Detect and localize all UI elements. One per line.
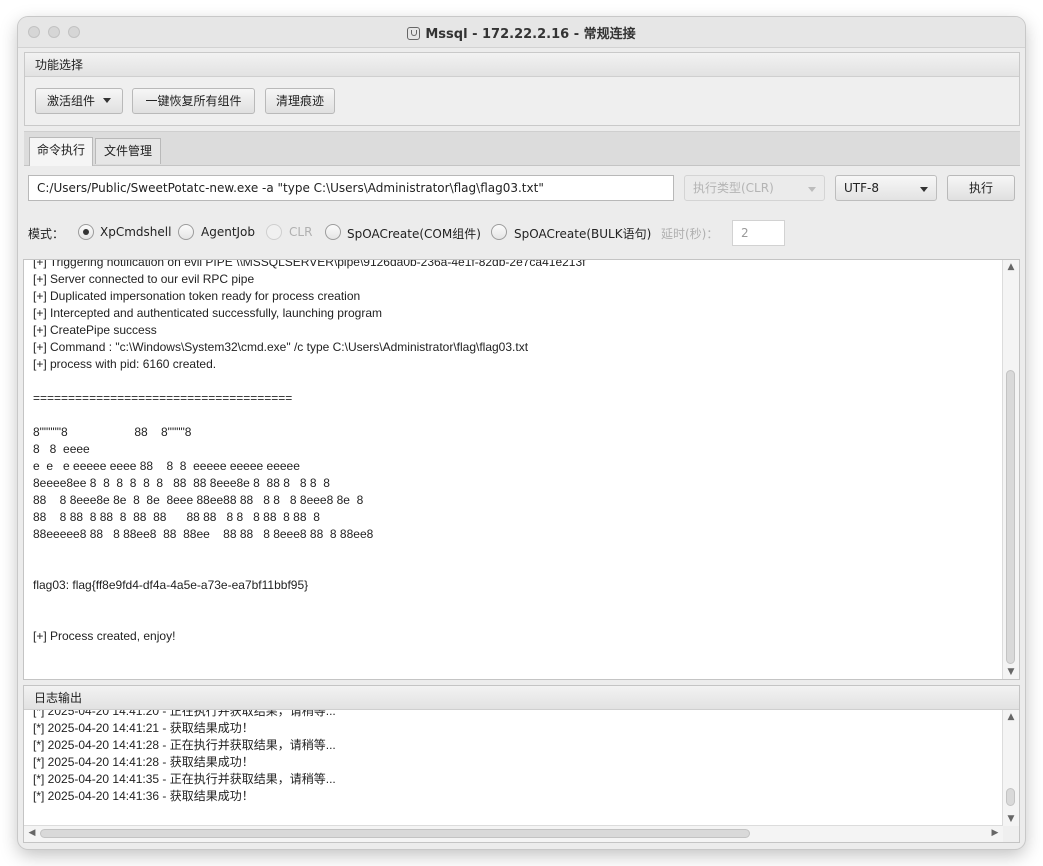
window-title: Mssql - 172.22.2.16 - 常规连接 [425, 27, 636, 42]
function-panel-header: 功能选择 [25, 53, 1019, 77]
clean-traces-button[interactable]: 清理痕迹 [265, 88, 335, 114]
log-panel-header: 日志输出 [24, 686, 1019, 710]
delay-label: 延时(秒)： [661, 227, 719, 241]
radio-agentjob[interactable] [178, 224, 194, 240]
window-title-wrap: Mssql - 172.22.2.16 - 常规连接 [18, 23, 1025, 42]
radio-xpcmdshell[interactable] [78, 224, 94, 240]
exec-type-select: 执行类型(CLR) [684, 175, 825, 201]
radio-xpcmdshell-label[interactable]: XpCmdshell [100, 225, 171, 239]
chevron-down-icon [103, 98, 111, 103]
radio-spoacreate-com[interactable] [325, 224, 341, 240]
command-output[interactable]: [+] Triggering notification on evil PIPE… [23, 259, 1020, 680]
scroll-down-icon[interactable]: ▼ [1003, 667, 1019, 677]
restore-all-components-button[interactable]: 一键恢复所有组件 [132, 88, 255, 114]
radio-clr-label: CLR [289, 225, 313, 239]
output-scroll-thumb[interactable] [1006, 370, 1015, 664]
encoding-select[interactable]: UTF-8 [835, 175, 937, 201]
mode-label: 模式： [28, 227, 65, 241]
log-output[interactable]: [*] 2025-04-20 14:41:20 - 正在执行并获取结果，请稍等.… [24, 710, 1019, 826]
tab-strip: 命令执行 文件管理 [24, 131, 1020, 166]
log-vertical-scrollbar[interactable]: ▲ ▼ [1002, 710, 1019, 826]
log-scroll-down-icon[interactable]: ▼ [1003, 814, 1019, 824]
tab-command-exec[interactable]: 命令执行 [29, 137, 93, 166]
radio-spoacreate-bulk[interactable] [491, 224, 507, 240]
execute-button[interactable]: 执行 [947, 175, 1015, 201]
delay-input: 2 [732, 220, 785, 246]
radio-agentjob-label[interactable]: AgentJob [201, 225, 255, 239]
chevron-down-icon [808, 187, 816, 192]
scroll-up-icon[interactable]: ▲ [1003, 262, 1019, 272]
output-vertical-scrollbar[interactable]: ▲ ▼ [1002, 260, 1019, 679]
activate-component-button[interactable]: 激活组件 [35, 88, 123, 114]
log-horizontal-scrollbar[interactable]: ◀ ▶ [24, 825, 1003, 842]
scroll-left-icon[interactable]: ◀ [24, 828, 40, 838]
output-text: [+] Triggering notification on evil PIPE… [33, 259, 586, 643]
app-icon [407, 27, 421, 40]
log-scroll-thumb[interactable] [1006, 788, 1015, 806]
title-bar: Mssql - 172.22.2.16 - 常规连接 [18, 17, 1025, 48]
exec-type-value: 执行类型(CLR) [693, 181, 774, 195]
log-scroll-up-icon[interactable]: ▲ [1003, 712, 1019, 722]
function-panel: 功能选择 激活组件 一键恢复所有组件 清理痕迹 [24, 52, 1020, 126]
log-hscroll-thumb[interactable] [40, 829, 750, 838]
log-panel: 日志输出 [*] 2025-04-20 14:41:20 - 正在执行并获取结果… [23, 685, 1020, 843]
app-window: Mssql - 172.22.2.16 - 常规连接 功能选择 激活组件 一键恢… [18, 17, 1025, 849]
scroll-right-icon[interactable]: ▶ [987, 828, 1003, 838]
log-text: [*] 2025-04-20 14:41:20 - 正在执行并获取结果，请稍等.… [33, 710, 336, 803]
command-input[interactable]: C:/Users/Public/SweetPotatc-new.exe -a "… [28, 175, 674, 201]
tab-file-manager[interactable]: 文件管理 [95, 138, 161, 164]
chevron-down-icon [920, 187, 928, 192]
activate-component-label: 激活组件 [46, 94, 95, 108]
radio-spoacreate-bulk-label[interactable]: SpOACreate(BULK语句) [514, 225, 651, 242]
radio-clr [266, 224, 282, 240]
encoding-value: UTF-8 [844, 181, 879, 195]
radio-spoacreate-com-label[interactable]: SpOACreate(COM组件) [347, 225, 481, 242]
